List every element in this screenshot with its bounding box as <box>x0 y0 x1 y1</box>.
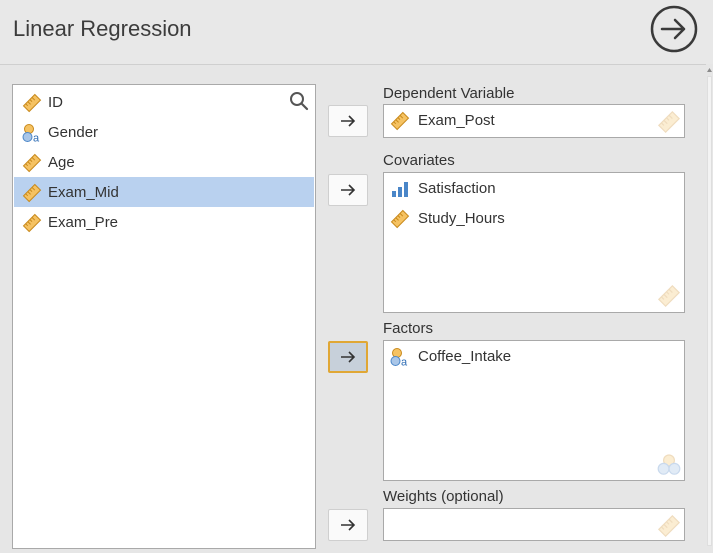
variable-label: Exam_Mid <box>48 184 119 201</box>
ruler-icon <box>22 213 42 233</box>
svg-text:a: a <box>401 357 408 368</box>
nominal-text-icon: a <box>390 348 408 368</box>
variable-item-gender[interactable]: a Gender <box>14 117 314 147</box>
factors-label: Factors <box>383 320 434 337</box>
scroll-up-arrow-icon[interactable] <box>706 66 713 74</box>
dependent-item-label: Exam_Post <box>418 112 495 129</box>
move-to-factors-button[interactable] <box>328 341 368 373</box>
arrow-right-icon <box>341 184 356 196</box>
arrow-right-icon <box>341 519 356 531</box>
variable-item-exam-pre[interactable]: Exam_Pre <box>14 207 314 237</box>
ruler-icon <box>22 153 42 173</box>
move-to-dependent-button[interactable] <box>328 105 368 137</box>
variable-item-age[interactable]: Age <box>14 147 314 177</box>
nominal-text-icon: a <box>22 124 40 144</box>
variable-label: Exam_Pre <box>48 214 119 231</box>
dependent-variable-label: Dependent Variable <box>383 85 515 102</box>
ruler-hint-icon <box>657 514 681 538</box>
variable-label: Age <box>48 154 75 171</box>
page-title: Linear Regression <box>13 16 192 41</box>
svg-text:a: a <box>33 133 40 144</box>
dependent-variable-box[interactable]: Exam_Post <box>383 104 685 138</box>
arrow-right-icon <box>341 351 356 363</box>
arrow-right-icon <box>341 115 356 127</box>
variable-item-id[interactable]: ID <box>14 87 314 117</box>
available-variables-list[interactable]: ID a Gender Age Exam_Mid Exam_Pre <box>12 84 316 549</box>
weights-box[interactable] <box>383 508 685 541</box>
header-bar: Linear Regression <box>0 0 713 64</box>
variable-label: Gender <box>48 124 99 141</box>
header-divider <box>0 64 713 65</box>
variable-label: ID <box>48 94 63 111</box>
covariate-item-label: Satisfaction <box>418 180 496 197</box>
scrollbar-thumb[interactable] <box>707 76 712 546</box>
factors-box[interactable]: a Coffee_Intake <box>383 340 685 481</box>
variable-item-exam-mid[interactable]: Exam_Mid <box>14 177 314 207</box>
run-arrow-button[interactable] <box>650 5 698 53</box>
ruler-icon <box>22 93 42 113</box>
covariates-box[interactable]: Satisfaction Study_Hours <box>383 172 685 313</box>
nominal-hint-icon <box>657 454 681 475</box>
move-to-weights-button[interactable] <box>328 509 368 541</box>
ruler-hint-icon <box>657 110 681 134</box>
weights-label: Weights (optional) <box>383 488 504 505</box>
covariates-label: Covariates <box>383 152 455 169</box>
ruler-icon <box>22 183 42 203</box>
search-icon[interactable] <box>289 91 309 111</box>
move-to-covariates-button[interactable] <box>328 174 368 206</box>
ruler-hint-icon <box>657 284 681 308</box>
covariate-item-label: Study_Hours <box>418 210 505 227</box>
factor-item-label: Coffee_Intake <box>418 348 512 365</box>
ruler-icon <box>390 209 410 229</box>
ruler-icon <box>390 111 410 131</box>
arrow-circle-right-icon <box>650 5 698 53</box>
bar-chart-icon <box>392 182 408 197</box>
